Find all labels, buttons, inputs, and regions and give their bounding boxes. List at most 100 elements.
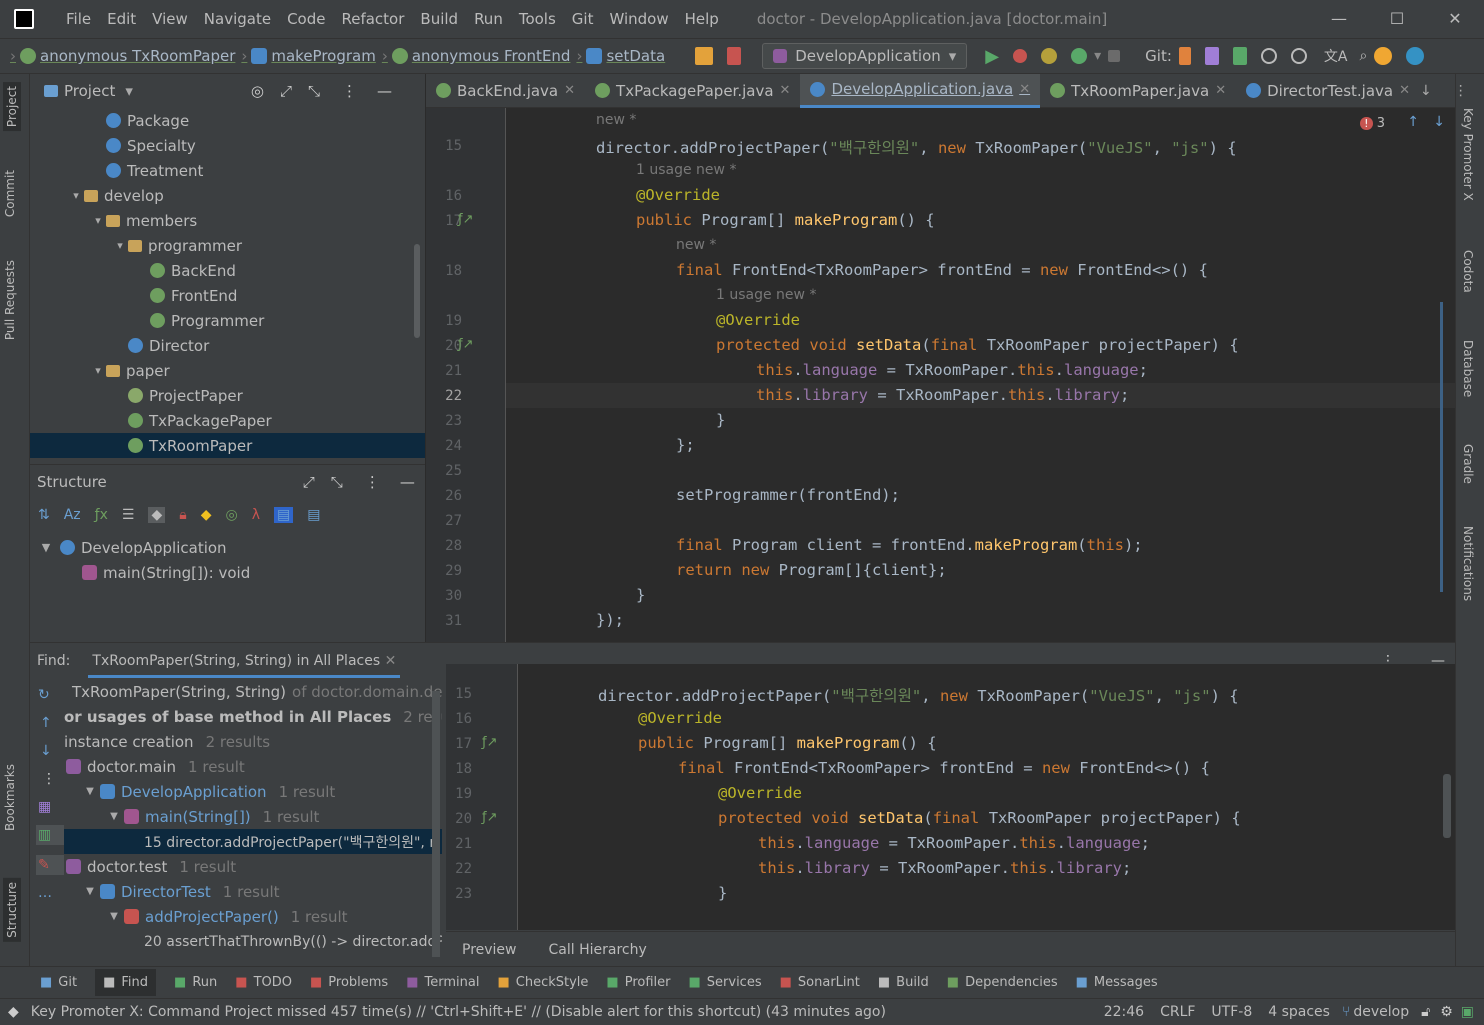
editor-tab[interactable]: DevelopApplication.java ✕ [800, 73, 1041, 108]
scrollbar[interactable] [432, 691, 440, 957]
chevron-down-icon[interactable]: ▼ [82, 886, 98, 897]
tool-tab-gradle[interactable]: Gradle [1461, 444, 1475, 484]
code-line[interactable]: director.addProjectPaper("백구한의원", new Tx… [596, 136, 1237, 158]
breadcrumb-item[interactable]: › anonymous TxRoomPaper [10, 47, 235, 65]
indent-setting[interactable]: 4 spaces [1268, 1004, 1330, 1020]
chevron-down-icon[interactable]: ▼ [106, 911, 122, 922]
show-anonymous-icon[interactable]: ◎ [225, 507, 237, 523]
caret-position[interactable]: 22:46 [1104, 1004, 1144, 1020]
find-result-item[interactable]: TxRoomPaper(String, String) of doctor.dom… [64, 679, 442, 704]
tool-window-services[interactable]: ■ Services [688, 975, 761, 990]
project-tree-item[interactable]: Programmer [30, 308, 425, 333]
code-line[interactable]: } [636, 586, 645, 604]
tool-tab-bookmarks[interactable]: Bookmarks [3, 764, 17, 831]
chevron-down-icon[interactable]: ▾ [90, 364, 106, 377]
more-options-icon[interactable]: ⋮ [1454, 83, 1468, 99]
rollback-icon[interactable] [1290, 48, 1307, 64]
tool-window-profiler[interactable]: ■ Profiler [606, 975, 670, 990]
project-tree-item[interactable]: TxRoomPaper [30, 433, 425, 458]
git-commit-icon[interactable] [1204, 47, 1219, 65]
menu-run[interactable]: Run [466, 10, 511, 28]
tool-window-dependencies[interactable]: ■ Dependencies [947, 975, 1058, 990]
tab-call-hierarchy[interactable]: Call Hierarchy [549, 942, 647, 958]
show-lambdas-icon[interactable]: ƒx [95, 507, 108, 523]
more-options-icon[interactable]: ⋮ [42, 771, 64, 787]
tool-tab-database[interactable]: Database [1461, 340, 1475, 397]
more-options-icon[interactable]: ⋮ [365, 473, 380, 491]
minimize-button[interactable]: — [1310, 0, 1368, 38]
menu-tools[interactable]: Tools [511, 10, 564, 28]
find-result-item[interactable]: doctor.main 1 result [64, 754, 442, 779]
chevron-down-icon[interactable]: ▼ [106, 811, 122, 822]
tool-window-terminal[interactable]: ■ Terminal [406, 975, 479, 990]
menu-refactor[interactable]: Refactor [333, 10, 412, 28]
maximize-button[interactable]: ☐ [1368, 0, 1426, 38]
autoscroll-from-source-icon[interactable]: ▤ [307, 507, 320, 523]
usage-preview[interactable]: 15 director.addProjectPaper("백구한의원", new … [446, 664, 1455, 930]
project-tree-item[interactable]: Treatment [30, 158, 425, 183]
show-inherited-icon[interactable]: ◆ [201, 507, 212, 523]
line-separator[interactable]: CRLF [1160, 1004, 1195, 1020]
project-tree-item[interactable]: ▾ programmer [30, 233, 425, 258]
lock-icon[interactable]: 🔓︎ [1421, 1004, 1430, 1020]
sort-by-visibility-icon[interactable]: ⇅ [38, 507, 50, 523]
build-hammer-icon[interactable] [727, 47, 742, 65]
code-line[interactable]: return new Program[]{client}; [676, 561, 947, 579]
implementing-method-icon[interactable]: ƒ↗ [458, 212, 473, 227]
update-icon[interactable] [1374, 47, 1393, 65]
git-update-icon[interactable] [1178, 47, 1191, 65]
find-result-item[interactable]: ▼ DirectorTest 1 result [64, 879, 442, 904]
menu-view[interactable]: View [144, 10, 196, 28]
menu-code[interactable]: Code [279, 10, 333, 28]
tool-tab-pull-requests[interactable]: Pull Requests [3, 260, 17, 340]
menu-git[interactable]: Git [564, 10, 602, 28]
project-tree-item[interactable]: ▾ develop [30, 183, 425, 208]
stop-icon[interactable] [1108, 50, 1121, 62]
project-tree-item[interactable]: Director [30, 333, 425, 358]
tool-window-find[interactable]: ■ Find [95, 969, 157, 996]
find-result-item[interactable]: ▼ DevelopApplication 1 result [64, 779, 442, 804]
find-result-item[interactable]: instance creation 2 results [64, 729, 442, 754]
collapse-all-icon[interactable]: ⤡ [331, 473, 343, 491]
search-icon[interactable]: ⌕ [1359, 48, 1367, 64]
code-line[interactable]: public Program[] makeProgram() { [636, 211, 935, 229]
inlay-hint[interactable]: new * [676, 237, 716, 253]
editor-tab[interactable]: TxPackagePaper.java ✕ [585, 74, 800, 108]
hide-panel-icon[interactable]: — [377, 82, 392, 100]
tool-window-messages[interactable]: ■ Messages [1076, 975, 1158, 990]
project-tree-item[interactable]: ProjectPaper [30, 383, 425, 408]
implementing-method-icon[interactable]: ƒ↗ [482, 810, 497, 825]
tool-tab-notifications[interactable]: Notifications [1461, 526, 1475, 601]
menu-navigate[interactable]: Navigate [196, 10, 279, 28]
code-line[interactable]: this.library = TxRoomPaper.this.library; [756, 386, 1129, 404]
git-push-icon[interactable] [1232, 47, 1247, 65]
tool-window-sonarlint[interactable]: ■ SonarLint [780, 975, 860, 990]
project-tree-item[interactable]: BackEnd [30, 258, 425, 283]
code-line[interactable]: this.language = TxRoomPaper.this.languag… [756, 361, 1148, 379]
editor-tab[interactable]: DirectorTest.java ✕ [1236, 74, 1420, 108]
next-occurrence-icon[interactable]: ↓ [40, 743, 64, 759]
project-tree-item[interactable]: FrontEnd [30, 283, 425, 308]
code-line[interactable]: } [716, 411, 725, 429]
settings-icon[interactable]: ✎ [36, 855, 64, 875]
code-line[interactable]: protected void setData(final TxRoomPaper… [716, 336, 1239, 354]
tool-window-run[interactable]: ■ Run [174, 975, 217, 990]
code-line[interactable]: @Override [636, 186, 720, 204]
code-line[interactable]: }); [596, 611, 624, 629]
structure-item[interactable]: ▼ DevelopApplication [30, 535, 425, 560]
history-icon[interactable] [1260, 48, 1277, 64]
more-icon[interactable]: … [38, 885, 64, 901]
implementing-method-icon[interactable]: ƒ↗ [458, 337, 473, 352]
menu-build[interactable]: Build [412, 10, 466, 28]
menu-file[interactable]: File [58, 10, 99, 28]
codota-icon[interactable]: ▣ [1461, 1004, 1474, 1020]
user-icon[interactable] [695, 47, 714, 65]
run-configuration-select[interactable]: DevelopApplication ▾ [762, 43, 968, 69]
tab-list-icon[interactable]: ↓ [1420, 83, 1432, 99]
tool-window-problems[interactable]: ■ Problems [310, 975, 388, 990]
structure-item[interactable]: main(String[]): void [30, 560, 425, 585]
show-properties-icon[interactable]: ◆ [148, 507, 166, 523]
find-result-item[interactable]: 15 director.addProjectPaper("백구한의원", r [64, 829, 442, 854]
autoscroll-to-source-icon[interactable]: ▤ [273, 507, 294, 523]
close-tab-icon[interactable]: ✕ [1019, 82, 1030, 97]
